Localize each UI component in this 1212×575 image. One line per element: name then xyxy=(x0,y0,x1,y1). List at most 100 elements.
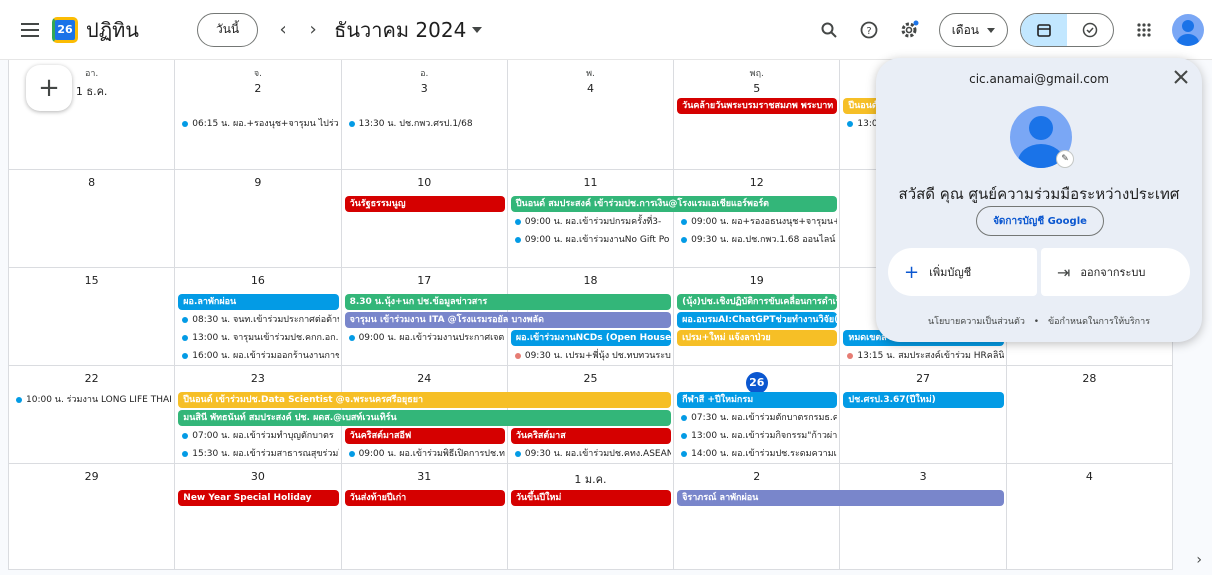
all-day-event-chip[interactable]: วันรัฐธรรมนูญ xyxy=(344,196,505,212)
date-number[interactable]: 24 xyxy=(342,372,507,385)
day-cell[interactable]: 27 xyxy=(840,366,1007,464)
timed-event[interactable]: 13:00 น. จารุมนเข้าร่วมปช.คกก.อก.จ xyxy=(178,330,339,346)
timed-event[interactable]: 09:00 น. ผอ.เข้าร่วมงานNo Gift Po xyxy=(511,232,671,248)
day-cell[interactable]: พฤ. 5 xyxy=(674,60,841,170)
help-button[interactable]: ? xyxy=(851,12,887,48)
next-month-button[interactable]: › xyxy=(298,15,328,45)
day-cell[interactable]: 29 xyxy=(9,464,176,570)
date-number[interactable]: 25 xyxy=(508,372,673,385)
timed-event[interactable]: 07:30 น. ผอ.เข้าร่วมตักบาตรกรมธ.ค xyxy=(677,410,837,426)
create-event-button[interactable]: + xyxy=(26,65,72,111)
timed-event[interactable]: 06:15 น. ผอ.+รองนุช+จารุมน ไปร่วม xyxy=(178,116,339,132)
all-day-event-chip[interactable]: ผอ.อบรมAI:ChatGPTช่วยทำงานวิจัย(ออนไลน์)… xyxy=(677,312,838,328)
all-day-event-chip[interactable]: วันส่งท้ายปีเก่า xyxy=(344,490,505,506)
timed-event[interactable]: 10:00 น. ร่วมงาน LONG LIFE THAI xyxy=(12,392,172,408)
search-button[interactable] xyxy=(811,12,847,48)
day-cell[interactable]: 31 xyxy=(341,464,508,570)
all-day-event-chip[interactable]: วันคริสต์มาส xyxy=(510,428,672,444)
month-picker[interactable]: ธันวาคม 2024 xyxy=(334,14,483,46)
day-cell[interactable]: 3 xyxy=(840,464,1007,570)
date-number[interactable]: 3 xyxy=(342,82,507,95)
all-day-event-chip[interactable]: (นุ้ง)ปช.เชิงปฏิบัติการขับเคลื่อนการดำเน… xyxy=(677,294,838,310)
timed-event[interactable]: 09:30 น. ผอ.เข้าร่วมปช.คทง.ASEAN xyxy=(511,446,671,462)
all-day-event-chip[interactable]: ปีนอนด์ เข้าร่วมปช.Data Scientist @จ.พระ… xyxy=(178,392,672,408)
apps-button[interactable] xyxy=(1126,12,1162,48)
timed-event[interactable]: 13:15 น. สมประสงค์เข้าร่วม HRคลินิก xyxy=(843,348,1004,364)
timed-event[interactable]: 09:00 น. ผอ.เข้าร่วมปกรมครั้งที่3- xyxy=(511,214,671,230)
privacy-link[interactable]: นโยบายความเป็นส่วนตัว xyxy=(928,317,1025,327)
date-number[interactable]: 9 xyxy=(175,176,340,189)
all-day-event-chip[interactable]: วันขึ้นปีใหม่ xyxy=(510,490,672,506)
all-day-event-chip[interactable]: ผอ.ลาพักผ่อน xyxy=(178,294,339,310)
date-number[interactable]: 1 ม.ค. xyxy=(508,470,673,488)
timed-event[interactable]: 09:30 น. ผอ.ปช.กพว.1.68 ออนไลน์ xyxy=(677,232,837,248)
day-cell[interactable]: 15 xyxy=(9,268,176,366)
terms-link[interactable]: ข้อกำหนดในการให้บริการ xyxy=(1048,317,1150,327)
all-day-event-chip[interactable]: กีฬาสี +ปีใหม่กรม xyxy=(677,392,838,408)
date-number[interactable]: 4 xyxy=(1007,470,1172,483)
date-number[interactable]: 27 xyxy=(840,372,1005,385)
timed-event[interactable]: 13:30 น. ปช.กพว.ศรป.1/68 xyxy=(345,116,505,132)
tasks-mode-button[interactable] xyxy=(1067,14,1113,46)
date-number[interactable]: 11 xyxy=(508,176,673,189)
date-number[interactable]: 2 xyxy=(674,470,839,483)
day-cell[interactable]: 9 xyxy=(175,170,342,268)
timed-event[interactable]: 07:00 น. ผอ.เข้าร่วมทำบุญตักบาตร xyxy=(178,428,338,444)
all-day-event-chip[interactable]: วันคริสต์มาสอีฟ xyxy=(344,428,505,444)
all-day-event-chip[interactable]: จารุมน เข้าร่วมงาน ITA @โรงแรมรอยัล บางพ… xyxy=(344,312,672,328)
timed-event[interactable]: 09:00 น. ผอ.เข้าร่วมงานประกาศเจต xyxy=(345,330,505,346)
close-panel-button[interactable] xyxy=(1174,68,1188,89)
all-day-event-chip[interactable]: ปีนอนด์ สมประสงค์ เข้าร่วมปช.การเงิน@โรง… xyxy=(510,196,838,212)
timed-event[interactable]: 09:00 น. ผอ.เข้าร่วมพิธีเปิดการปช.ท xyxy=(345,446,505,462)
date-number[interactable]: 12 xyxy=(674,176,839,189)
day-cell[interactable]: 2 xyxy=(674,464,841,570)
date-number[interactable]: 17 xyxy=(342,274,507,287)
add-account-button[interactable]: + เพิ่มบัญชี xyxy=(888,248,1037,296)
day-cell[interactable]: 4 xyxy=(1006,464,1173,570)
settings-button[interactable] xyxy=(891,12,927,48)
timed-event[interactable]: 15:30 น. ผอ.เข้าร่วมสาธารณสุขร่วมใจ xyxy=(178,446,339,462)
date-number[interactable]: 31 xyxy=(342,470,507,483)
edit-photo-button[interactable]: ✎ xyxy=(1056,150,1074,168)
date-number[interactable]: 18 xyxy=(508,274,673,287)
all-day-event-chip[interactable]: ผอ.เข้าร่วมงานNCDs (Open House l xyxy=(510,330,672,346)
date-number[interactable]: 5 xyxy=(674,82,839,95)
today-date-number[interactable]: 26 xyxy=(674,372,839,394)
date-number[interactable]: 28 xyxy=(1007,372,1172,385)
side-panel-toggle[interactable]: › xyxy=(1196,552,1202,568)
all-day-event-chip[interactable]: New Year Special Holiday xyxy=(178,490,339,506)
main-menu-button[interactable] xyxy=(12,12,48,48)
timed-event[interactable]: 09:00 น. ผอ+รองอธนงนุช+จารุมน+ xyxy=(677,214,837,230)
all-day-event-chip[interactable]: วันคล้ายวันพระบรมราชสมภพ พระบาท xyxy=(677,98,838,114)
day-cell[interactable]: อ. 3 xyxy=(341,60,508,170)
sign-out-button[interactable]: ⇥ ออกจากระบบ xyxy=(1041,248,1190,296)
date-number[interactable]: 10 xyxy=(342,176,507,189)
date-number[interactable]: 29 xyxy=(9,470,174,483)
date-number[interactable]: 4 xyxy=(508,82,673,95)
timed-event[interactable]: 14:00 น. ผอ.เข้าร่วมปช.ระดมความเห็ xyxy=(677,446,837,462)
all-day-event-chip[interactable]: จิราภรณ์ ลาพักผ่อน xyxy=(677,490,1004,506)
date-number[interactable]: 23 xyxy=(175,372,340,385)
prev-month-button[interactable]: ‹ xyxy=(268,15,298,45)
day-cell[interactable]: 28 xyxy=(1006,366,1173,464)
all-day-event-chip[interactable]: มนสินี พัทธนันท์ สมประสงค์ ปช. ผดส.@เบสท… xyxy=(178,410,672,426)
date-number[interactable]: 19 xyxy=(674,274,839,287)
timed-event[interactable]: 13:00 น. ผอ.เข้าร่วมกิจกรรม"ก้าวผ่าน xyxy=(677,428,837,444)
day-cell[interactable]: 22 xyxy=(9,366,176,464)
date-number[interactable]: 15 xyxy=(9,274,174,287)
timed-event[interactable]: 09:30 น. เปรม+พี่นุ้ง ปช.ทบทวนระบบ xyxy=(511,348,671,364)
day-cell[interactable]: 30 xyxy=(175,464,342,570)
day-cell[interactable]: พ. 4 xyxy=(507,60,675,170)
calendar-mode-button[interactable] xyxy=(1021,14,1067,46)
date-number[interactable]: 8 xyxy=(9,176,174,189)
view-select[interactable]: เดือน xyxy=(938,13,1008,47)
timed-event[interactable]: 08:30 น. จนท.เข้าร่วมประกาศต่อต้าน xyxy=(178,312,339,328)
date-number[interactable]: 3 xyxy=(840,470,1005,483)
date-number[interactable]: 2 xyxy=(175,82,340,95)
today-button[interactable]: วันนี้ xyxy=(196,12,259,47)
all-day-event-chip[interactable]: ปช.ศรป.3.67(ปีใหม่) xyxy=(843,392,1004,408)
date-number[interactable]: 16 xyxy=(175,274,340,287)
day-cell[interactable]: 10 xyxy=(341,170,508,268)
date-number[interactable]: 22 xyxy=(9,372,174,385)
account-avatar-button[interactable] xyxy=(1172,14,1204,46)
